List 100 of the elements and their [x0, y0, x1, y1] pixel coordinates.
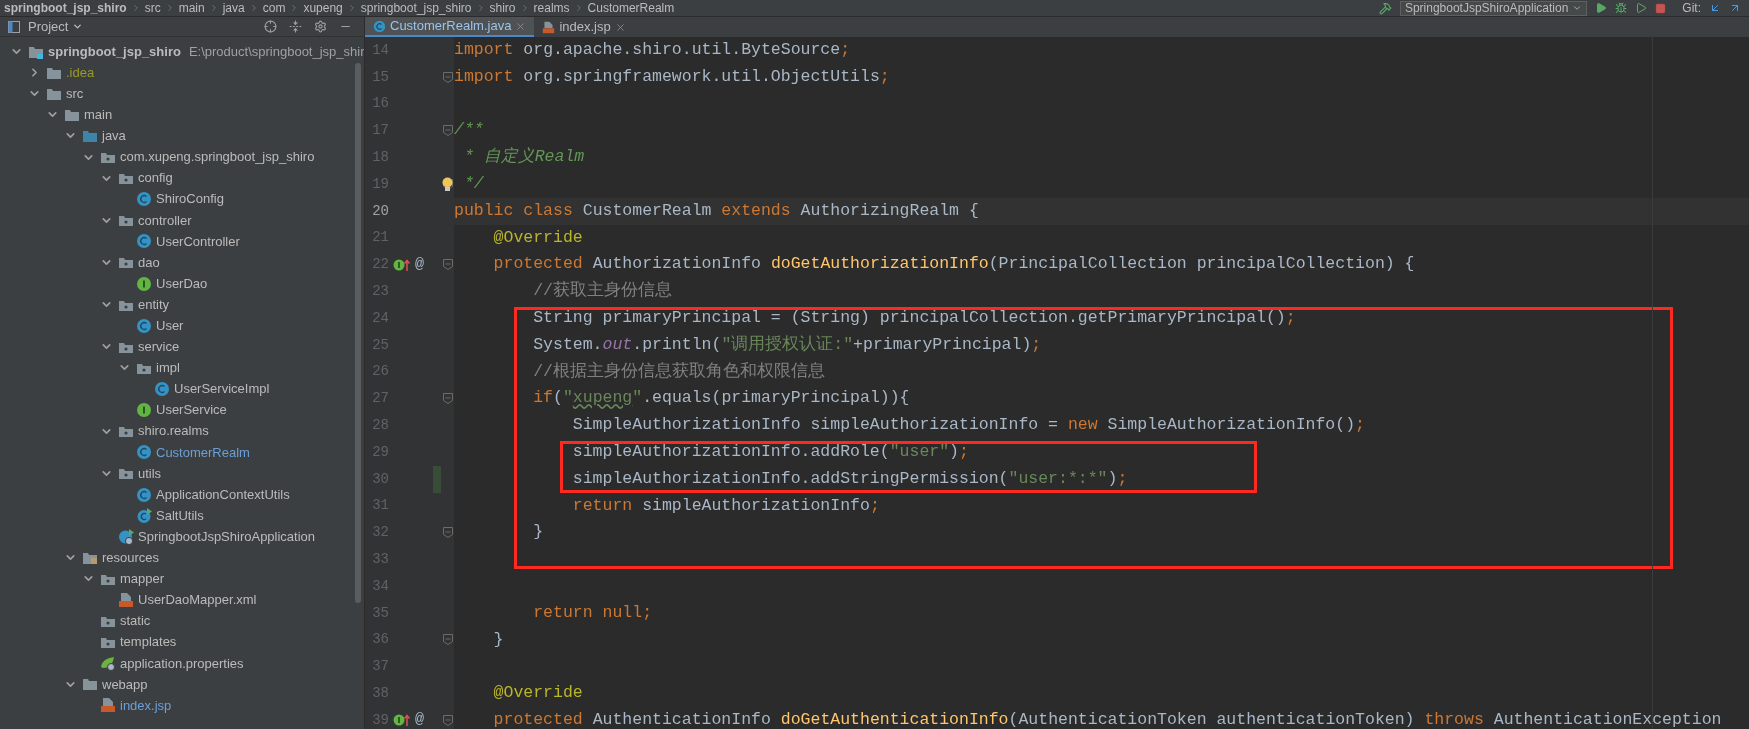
- project-view-selector[interactable]: Project: [28, 16, 84, 37]
- close-icon[interactable]: [614, 21, 626, 33]
- breadcrumb-item[interactable]: xupeng: [303, 0, 343, 17]
- fold-marker-icon[interactable]: [442, 393, 453, 405]
- breadcrumb-item[interactable]: realms: [533, 0, 570, 17]
- breadcrumb-item[interactable]: java: [222, 0, 245, 17]
- project-view-icon: [8, 20, 20, 33]
- jsp-file-icon: [542, 20, 556, 34]
- code-line: protected AuthenticationInfo doGetAuthenticationInfo(AuthenticationToken authenticationToken) throws AuthenticationException: [492, 708, 1722, 729]
- tree-item[interactable]: entity: [138, 294, 170, 315]
- class-icon: [154, 381, 170, 398]
- tree-item[interactable]: shiro.realms: [138, 421, 209, 441]
- code-line: protected AuthorizationInfo doGetAuthorizationInfo(PrincipalCollection principalCollection) {: [492, 253, 1415, 276]
- tree-item[interactable]: resources: [102, 548, 160, 568]
- vcs-label: Git:: [1682, 0, 1701, 17]
- tree-item[interactable]: .idea: [66, 62, 95, 83]
- project-path: E:\product\springboot_jsp_shir: [188, 42, 364, 61]
- tree-item[interactable]: dao: [138, 252, 160, 273]
- code-line: return simpleAuthorizationInfo;: [571, 494, 880, 517]
- tree-item[interactable]: UserDao: [156, 273, 208, 294]
- push-icon[interactable]: [1729, 2, 1741, 14]
- annotation-marker[interactable]: @: [415, 253, 424, 276]
- class-icon: [136, 486, 152, 503]
- tree-item[interactable]: springboot_jsp_shiro: [48, 41, 181, 62]
- annotation-marker[interactable]: @: [415, 709, 424, 729]
- tree-item[interactable]: impl: [156, 358, 180, 378]
- tree-item[interactable]: com.xupeng.springboot_jsp_shiro: [120, 147, 315, 167]
- jsp-file-icon: [100, 697, 116, 714]
- build-icon[interactable]: [1378, 1, 1392, 15]
- tree-item[interactable]: webapp: [102, 674, 148, 695]
- scrollbar[interactable]: [355, 63, 361, 603]
- tree-item[interactable]: User: [156, 316, 184, 336]
- implements-method-icon[interactable]: [393, 713, 411, 728]
- fold-marker-icon[interactable]: [442, 125, 453, 137]
- code-line: }: [532, 521, 544, 544]
- breadcrumb-item[interactable]: CustomerRealm: [587, 0, 675, 17]
- fold-marker-icon[interactable]: [442, 714, 453, 726]
- fold-marker-icon[interactable]: [442, 634, 453, 646]
- run-icon[interactable]: [1595, 2, 1608, 14]
- tree-item[interactable]: java: [102, 126, 126, 146]
- properties-leaf-icon: [100, 655, 116, 672]
- tree-item[interactable]: utils: [138, 463, 162, 484]
- class-icon: [136, 317, 152, 334]
- tree-item[interactable]: mapper: [120, 569, 165, 589]
- xml-file-icon: [118, 592, 134, 608]
- fold-marker-icon[interactable]: [442, 259, 453, 271]
- breadcrumb-item[interactable]: com: [262, 0, 286, 17]
- code-line: * 自定义Realm: [462, 146, 585, 169]
- breadcrumb-item[interactable]: src: [144, 0, 161, 17]
- fold-marker-icon[interactable]: [442, 71, 453, 83]
- collapse-all-icon[interactable]: [289, 20, 302, 33]
- tree-item[interactable]: UserController: [156, 231, 240, 252]
- tree-item[interactable]: main: [84, 105, 113, 125]
- code-line: import org.springframework.util.ObjectUtils;: [454, 65, 890, 88]
- class-icon: [136, 233, 152, 250]
- tree-item[interactable]: controller: [138, 210, 192, 231]
- tree-item[interactable]: templates: [120, 632, 177, 652]
- coverage-icon[interactable]: [1635, 2, 1648, 14]
- locate-icon[interactable]: [264, 20, 277, 33]
- code-line: String primaryPrincipal = (String) principalCollection.getPrimaryPrincipal();: [532, 307, 1296, 329]
- update-icon[interactable]: [1709, 2, 1721, 14]
- settings-icon[interactable]: [314, 20, 327, 33]
- code-line: @Override: [492, 682, 583, 705]
- change-marker[interactable]: [433, 465, 441, 493]
- tree-item[interactable]: SaltUtils: [156, 505, 204, 526]
- tree-item[interactable]: config: [138, 168, 173, 188]
- class-icon: [373, 19, 386, 33]
- code-line: }: [492, 628, 504, 651]
- tree-item[interactable]: ShiroConfig: [156, 189, 224, 209]
- run-configuration-dropdown[interactable]: SpringbootJspShiroApplication: [1399, 0, 1588, 16]
- tree-item[interactable]: UserDaoMapper.xml: [138, 590, 257, 610]
- tree-item[interactable]: application.properties: [120, 653, 244, 673]
- tree-item[interactable]: src: [66, 84, 84, 104]
- tree-item[interactable]: service: [138, 337, 180, 357]
- breadcrumb-item[interactable]: main: [178, 0, 205, 17]
- tree-item[interactable]: UserServiceImpl: [174, 379, 270, 399]
- tree-item[interactable]: SpringbootJspShiroApplication: [138, 526, 316, 547]
- editor-tab[interactable]: CustomerRealm.java: [365, 17, 535, 37]
- interface-icon: [136, 402, 152, 419]
- code-line: /**: [454, 119, 484, 142]
- tree-item[interactable]: CustomerRealm: [156, 442, 250, 463]
- tree-item[interactable]: static: [120, 611, 151, 631]
- breadcrumb-item[interactable]: springboot_jsp_shiro: [360, 0, 472, 17]
- stop-icon[interactable]: [1655, 2, 1667, 14]
- tree-item[interactable]: UserService: [156, 400, 227, 420]
- breadcrumb-item[interactable]: shiro: [489, 0, 516, 17]
- debug-icon[interactable]: [1615, 2, 1628, 14]
- close-icon[interactable]: [515, 20, 527, 32]
- code-line: //根据主身份信息获取角色和权限信息: [532, 360, 826, 383]
- code-line: */: [462, 173, 484, 195]
- editor-tab[interactable]: index.jsp: [534, 17, 634, 37]
- spring-class-icon: [118, 528, 134, 545]
- tree-item[interactable]: index.jsp: [120, 695, 172, 716]
- tree-item[interactable]: ApplicationContextUtils: [156, 484, 290, 505]
- fold-marker-icon[interactable]: [442, 527, 453, 539]
- code-line: //获取主身份信息: [532, 279, 673, 303]
- code-line: SimpleAuthorizationInfo simpleAuthorizationInfo = new SimpleAuthorizationInfo();: [571, 414, 1365, 437]
- implements-method-icon[interactable]: [393, 257, 411, 272]
- breadcrumb-item[interactable]: springboot_jsp_shiro: [4, 0, 127, 17]
- code-line: @Override: [492, 226, 583, 249]
